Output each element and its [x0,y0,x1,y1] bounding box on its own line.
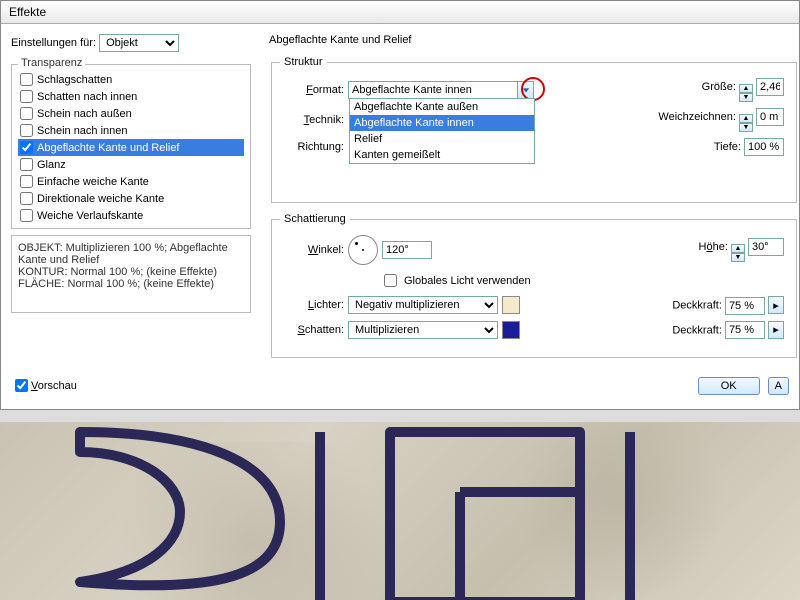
sidebar-checkbox[interactable] [20,175,33,188]
spin-up[interactable]: ▲ [731,244,745,253]
sidebar-item-label: Schein nach innen [37,125,128,137]
format-input[interactable] [348,81,518,99]
format-option-3[interactable]: Kanten gemeißelt [350,147,534,163]
richtung-label: Richtung: [280,141,344,153]
sidebar-item-label: Einfache weiche Kante [37,176,149,188]
document-canvas [0,410,800,600]
sidebar-checkbox[interactable] [20,107,33,120]
sidebar-checkbox[interactable] [20,90,33,103]
groesse-label: Größe: [702,81,736,93]
sidebar-item-label: Weiche Verlaufskante [37,210,143,222]
sidebar-checkbox[interactable] [20,192,33,205]
struktur-section: Struktur Format: Größe: ▲▼ [271,56,797,203]
info-line: FLÄCHE: Normal 100 %; (keine Effekte) [18,278,244,290]
globales-licht-label: Globales Licht verwenden [404,275,531,287]
transparency-legend: Transparenz [18,57,85,69]
winkel-label: Winkel: [280,244,344,256]
tiefe-label: Tiefe: [714,141,741,153]
settings-for-select[interactable]: Objekt [99,34,179,52]
deckkraft-lichter-input[interactable] [725,297,765,315]
format-label: Format: [280,84,344,96]
sidebar-item-8[interactable]: Weiche Verlaufskante [18,207,244,224]
groesse-input[interactable] [756,78,784,96]
sidebar-item-7[interactable]: Direktionale weiche Kante [18,190,244,207]
deckkraft-lichter-arrow[interactable]: ▸ [768,296,784,314]
left-panel: Einstellungen für: Objekt Transparenz Sc… [11,34,251,368]
sidebar-checkbox[interactable] [20,158,33,171]
ruler-corner [0,410,22,422]
weichzeichnen-label: Weichzeichnen: [658,111,735,123]
lichter-label: Lichter: [280,299,344,311]
sidebar-item-0[interactable]: Schlagschatten [18,71,244,88]
chevron-down-icon [522,86,530,94]
info-line: OBJEKT: Multiplizieren 100 %; Abgeflacht… [18,242,244,266]
sidebar-item-label: Schatten nach innen [37,91,137,103]
preview-checkbox[interactable] [15,379,28,392]
sidebar-checkbox[interactable] [20,141,33,154]
format-option-0[interactable]: Abgeflachte Kante außen [350,99,534,115]
sidebar-item-1[interactable]: Schatten nach innen [18,88,244,105]
sidebar-item-label: Glanz [37,159,66,171]
format-dropdown-list[interactable]: Abgeflachte Kante außenAbgeflachte Kante… [349,98,535,164]
format-option-1[interactable]: Abgeflachte Kante innen [350,115,534,131]
format-dropdown-button[interactable] [518,81,534,99]
sidebar-item-label: Direktionale weiche Kante [37,193,164,205]
dialog-footer: Vorschau OK A [1,368,799,403]
angle-dial[interactable] [348,235,378,265]
schatten-select[interactable]: Multiplizieren [348,321,498,339]
sidebar-checkbox[interactable] [20,209,33,222]
angle-dial-center [362,249,364,251]
sidebar-checkbox[interactable] [20,124,33,137]
cancel-button-partial[interactable]: A [768,377,789,395]
dialog-title: Effekte [1,1,799,24]
settings-for-label: Einstellungen für: [11,37,96,49]
panel-heading: Abgeflachte Kante und Relief [269,34,799,46]
right-panel: Abgeflachte Kante und Relief Struktur Fo… [251,34,799,368]
globales-licht-checkbox[interactable] [384,274,397,287]
lichter-select[interactable]: Negativ multiplizieren [348,296,498,314]
sidebar-item-label: Abgeflachte Kante und Relief [37,142,180,154]
schattierung-section: Schattierung Winkel: Höhe: ▲▼ [271,213,797,358]
hoehe-label: Höhe: [699,241,728,253]
schatten-swatch[interactable] [502,321,520,339]
info-line: KONTUR: Normal 100 %; (keine Effekte) [18,266,244,278]
schattierung-legend: Schattierung [280,213,350,225]
deckkraft-schatten-arrow[interactable]: ▸ [768,321,784,339]
sidebar-item-4[interactable]: Abgeflachte Kante und Relief [18,139,244,156]
technik-label: Technik: [280,114,344,126]
sidebar-item-label: Schein nach außen [37,108,132,120]
spin-up[interactable]: ▲ [739,84,753,93]
struktur-legend: Struktur [280,56,327,68]
winkel-input[interactable] [382,241,432,259]
sidebar-item-6[interactable]: Einfache weiche Kante [18,173,244,190]
sidebar-item-3[interactable]: Schein nach innen [18,122,244,139]
beveled-glyph [20,422,800,600]
angle-dial-dot [355,242,358,245]
effect-summary-box: OBJEKT: Multiplizieren 100 %; Abgeflacht… [11,235,251,313]
spin-down[interactable]: ▼ [731,253,745,262]
spin-down[interactable]: ▼ [739,93,753,102]
sidebar-item-2[interactable]: Schein nach außen [18,105,244,122]
spin-up[interactable]: ▲ [739,114,753,123]
spin-down[interactable]: ▼ [739,123,753,132]
schatten-label: Schatten: [280,324,344,336]
hoehe-input[interactable] [748,238,784,256]
tiefe-input[interactable] [744,138,784,156]
sidebar-item-label: Schlagschatten [37,74,112,86]
weichzeichnen-input[interactable] [756,108,784,126]
deckkraft-label: Deckkraft: [672,300,722,312]
sidebar-item-5[interactable]: Glanz [18,156,244,173]
preview-label: Vorschau [31,380,77,392]
sidebar-checkbox[interactable] [20,73,33,86]
lichter-swatch[interactable] [502,296,520,314]
deckkraft-schatten-input[interactable] [725,321,765,339]
ok-button[interactable]: OK [698,377,760,395]
effects-dialog: Effekte Einstellungen für: Objekt Transp… [0,0,800,410]
transparency-group: Transparenz SchlagschattenSchatten nach … [11,64,251,229]
format-option-2[interactable]: Relief [350,131,534,147]
deckkraft-label-2: Deckkraft: [672,324,722,336]
